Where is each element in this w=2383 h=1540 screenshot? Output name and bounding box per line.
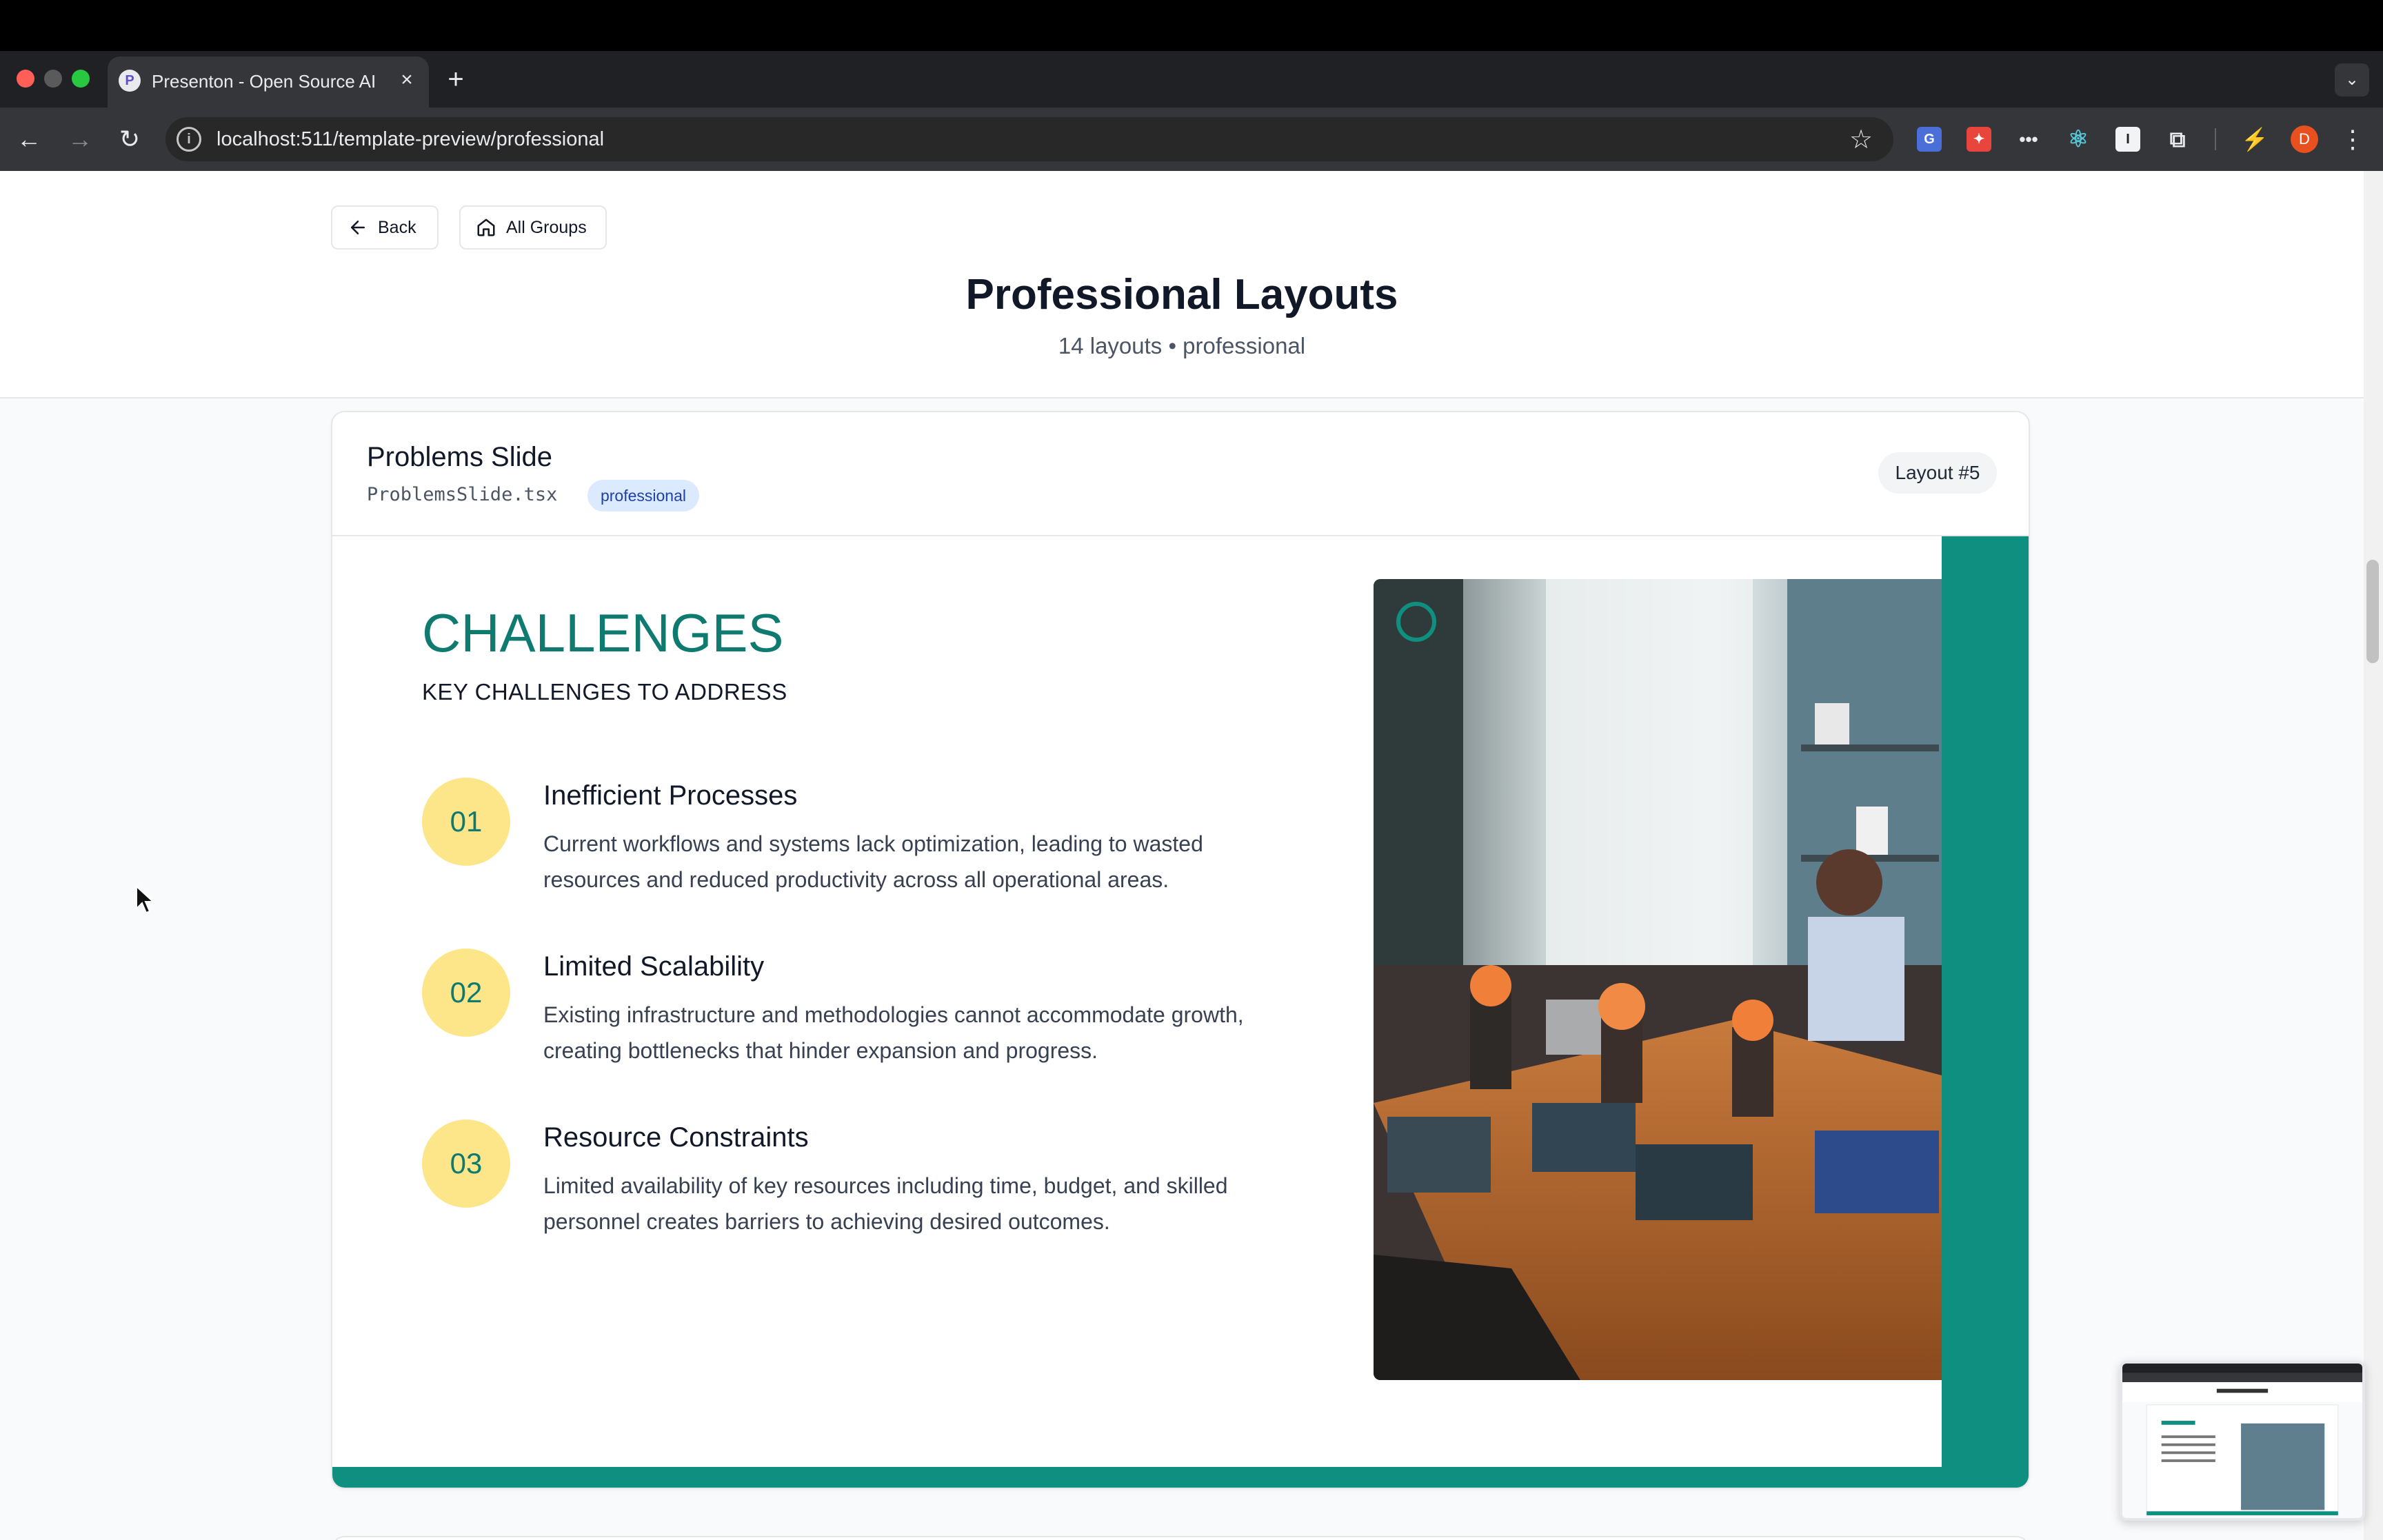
star-icon[interactable]: ☆ [1845, 124, 1877, 156]
slide-bottom-bar [332, 1467, 2029, 1488]
new-tab-icon[interactable]: + [441, 63, 470, 95]
item-description: Limited availability of key resources in… [543, 1168, 1274, 1242]
next-layout-card [331, 1536, 2030, 1540]
tab-title[interactable]: Presenton - Open Source AI p [152, 69, 379, 94]
window-minimize-button[interactable] [44, 70, 62, 88]
forward-arrow-icon[interactable]: → [63, 123, 97, 156]
reload-icon[interactable]: ↻ [113, 123, 146, 156]
i-extension-icon[interactable]: I [2115, 127, 2140, 152]
item-description: Existing infrastructure and methodologie… [543, 997, 1274, 1071]
slide-preview: CHALLENGES KEY CHALLENGES TO ADDRESS 01 … [332, 536, 2029, 1488]
layout-card-title: Problems Slide [367, 442, 553, 472]
tab-search-chevron-icon[interactable]: ⌄ [2335, 63, 2369, 97]
window-close-button[interactable] [17, 70, 34, 88]
dots-extension-icon[interactable]: ••• [2016, 127, 2041, 152]
translate-extension-icon[interactable]: G [1917, 127, 1942, 152]
item-description-line: Current workflows and systems lack optim… [543, 831, 1203, 856]
react-extension-icon[interactable]: ⚛ [2066, 127, 2091, 152]
layout-card: Problems Slide ProblemsSlide.tsx profess… [331, 411, 2030, 1489]
slide-accent-strip [1942, 536, 2029, 1488]
item-title: Inefficient Processes [543, 780, 798, 811]
toolbar-divider [2215, 128, 2216, 150]
back-arrow-icon[interactable]: ← [12, 123, 46, 156]
site-info-icon[interactable]: i [177, 127, 201, 152]
tab-close-icon[interactable]: × [394, 66, 419, 94]
slide-subheading: KEY CHALLENGES TO ADDRESS [422, 679, 787, 705]
item-title: Resource Constraints [543, 1122, 809, 1153]
tab-favicon-icon: P [119, 70, 141, 92]
item-description: Current workflows and systems lack optim… [543, 826, 1274, 900]
screenshot-thumbnail[interactable] [2120, 1361, 2365, 1521]
item-number-badge: 02 [422, 949, 510, 1037]
item-title: Limited Scalability [543, 951, 765, 982]
layout-file-name: ProblemsSlide.tsx [367, 484, 558, 505]
page-scrollbar-thumb[interactable] [2366, 560, 2379, 663]
rocket-extension-icon[interactable]: ✦ [1967, 127, 1991, 152]
os-menu-bar [0, 0, 2383, 51]
extensions-puzzle-icon[interactable]: ⧉ [2165, 127, 2190, 152]
back-button[interactable]: Back [331, 205, 439, 250]
item-description-line: personnel creates barriers to achieving … [543, 1209, 1110, 1234]
window-zoom-button[interactable] [72, 70, 90, 88]
profile-avatar[interactable]: D [2291, 125, 2318, 153]
item-description-line: resources and reduced productivity acros… [543, 867, 1169, 892]
page-header: Back All Groups Professional Layouts 14 … [0, 171, 2364, 398]
item-description-line: Existing infrastructure and methodologie… [543, 1002, 1244, 1027]
all-groups-button-label: All Groups [506, 217, 587, 237]
url-text[interactable]: localhost:511/template-preview/professio… [217, 125, 1044, 153]
page-viewport: Back All Groups Professional Layouts 14 … [0, 171, 2364, 1540]
slide-heading: CHALLENGES [422, 602, 784, 663]
performance-icon[interactable]: ⚡ [2241, 127, 2269, 152]
page-title: Professional Layouts [965, 271, 1398, 318]
group-tag-badge: professional [587, 480, 699, 511]
page-scrollbar[interactable] [2364, 171, 2383, 1540]
item-number-badge: 03 [422, 1119, 510, 1208]
back-button-label: Back [378, 217, 416, 237]
home-icon [477, 219, 495, 236]
layout-number-badge: Layout #5 [1878, 452, 1997, 494]
item-number-badge: 01 [422, 778, 510, 866]
layout-card-header: Problems Slide ProblemsSlide.tsx profess… [332, 412, 2029, 536]
slide-office-photo [1374, 579, 1942, 1380]
all-groups-button[interactable]: All Groups [459, 205, 607, 250]
mouse-cursor-icon [136, 885, 155, 914]
kebab-menu-icon[interactable]: ⋮ [2339, 123, 2366, 156]
arrow-left-icon [351, 221, 365, 234]
item-description-line: Limited availability of key resources in… [543, 1173, 1228, 1198]
page-subtitle: 14 layouts • professional [1058, 333, 1306, 358]
item-description-line: creating bottlenecks that hinder expansi… [543, 1038, 1098, 1063]
